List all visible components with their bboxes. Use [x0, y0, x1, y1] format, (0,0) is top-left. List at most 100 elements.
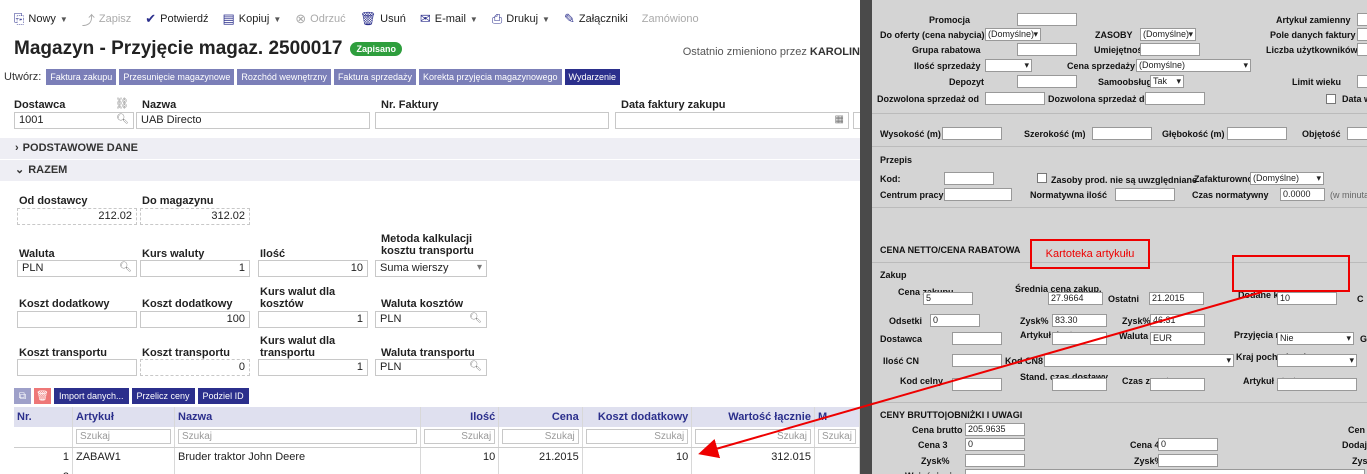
allowed-from-field[interactable]	[985, 92, 1045, 105]
purchase-price-field[interactable]: 5	[923, 292, 973, 305]
toolbar-załączniki-button[interactable]: ✎ Załączniki	[564, 11, 628, 27]
table-cell[interactable]	[582, 467, 693, 474]
users-count-field[interactable]	[1357, 43, 1367, 56]
replacement-item-field[interactable]	[1357, 13, 1367, 26]
age-limit-field[interactable]	[1357, 75, 1367, 88]
create-2-button[interactable]: Przesunięcie magazynowe	[119, 69, 235, 85]
column-search-input[interactable]: Szukaj	[178, 429, 417, 445]
table-cell[interactable]: 21.2015	[498, 447, 583, 467]
purchase-currency-field[interactable]: EUR	[1150, 332, 1205, 345]
height-field[interactable]	[942, 127, 1002, 140]
currency-field[interactable]: PLN 🔍︎	[17, 260, 137, 277]
table-cell[interactable]	[420, 467, 500, 474]
cn8-code-select[interactable]	[1044, 354, 1234, 367]
additional-cost-field-2[interactable]: 100	[140, 311, 250, 328]
allowed-to-field[interactable]	[1145, 92, 1205, 105]
table-cell[interactable]: 1	[14, 447, 73, 467]
table-cell[interactable]: 10	[582, 447, 693, 467]
cost-rate-field[interactable]: 1	[258, 311, 368, 328]
self-service-select[interactable]: Tak	[1150, 75, 1184, 88]
avg-price-field[interactable]: 27.9664	[1048, 292, 1103, 305]
column-search-input[interactable]: Szukaj	[817, 429, 856, 445]
explanation-field[interactable]	[965, 469, 1365, 474]
work-center-field[interactable]	[944, 188, 1012, 201]
search-icon[interactable]: 🔍︎	[116, 114, 129, 125]
column-header[interactable]: Artykuł	[72, 407, 175, 427]
code-field[interactable]	[944, 172, 994, 185]
copy-rows-icon[interactable]: ⧉	[14, 388, 31, 404]
origin-country-select[interactable]	[1277, 354, 1357, 367]
toolbar-drukuj-button[interactable]: ⎙ Drukuj ▼	[492, 11, 550, 27]
depth-field[interactable]	[1227, 127, 1287, 140]
last-price-field[interactable]: 21.2015	[1149, 292, 1204, 305]
table-cell[interactable]	[498, 467, 583, 474]
section-basic[interactable]: › PODSTAWOWE DANE	[0, 138, 860, 159]
resources-select[interactable]: (Domyślne)	[1140, 28, 1196, 41]
column-header[interactable]: M	[814, 407, 860, 427]
column-header[interactable]: Cena	[498, 407, 583, 427]
supplier-item-field[interactable]	[1052, 332, 1107, 345]
column-header[interactable]: Nazwa	[174, 407, 421, 427]
search-icon[interactable]: 🔍︎	[469, 313, 482, 324]
margin1-field[interactable]: 83.30	[1052, 314, 1107, 327]
exchange-rate-field[interactable]: 1	[140, 260, 250, 277]
discount-group-field[interactable]	[1017, 43, 1077, 56]
invoiced-select[interactable]: (Domyślne)	[1250, 172, 1324, 185]
supplier-field[interactable]	[952, 332, 1002, 345]
invoice-number-field[interactable]	[375, 112, 609, 129]
added-costs-field[interactable]: 10	[1277, 292, 1337, 305]
margin4-field[interactable]	[1158, 454, 1218, 467]
table-cell[interactable]	[814, 447, 860, 467]
table-cell[interactable]: ZABAW1	[72, 447, 175, 467]
search-icon[interactable]: 🔍︎	[469, 361, 482, 372]
goods-receipts-select[interactable]: Nie	[1277, 332, 1354, 345]
create-5-button[interactable]: Korekta przyjęcia magazynowego	[418, 69, 562, 85]
toolbar-nowy-button[interactable]: ⎘ Nowy ▼	[14, 11, 68, 27]
transport-method-select[interactable]: Suma wierszy ▾	[375, 260, 487, 277]
price3-field[interactable]: 0	[965, 438, 1025, 451]
deposit-field[interactable]	[1017, 75, 1077, 88]
section-total[interactable]: ⌄ RAZEM	[0, 160, 860, 181]
create-6-button[interactable]: Wydarzenie	[564, 69, 620, 85]
column-header[interactable]: Nr.	[14, 407, 73, 427]
margin2-field[interactable]: 46.31	[1150, 314, 1205, 327]
customs-code-field[interactable]	[952, 378, 1002, 391]
gross-price-field[interactable]: 205.9635	[965, 423, 1025, 436]
column-search-input[interactable]: Szukaj	[502, 429, 579, 445]
offer-select[interactable]: (Domyślne)	[985, 28, 1041, 41]
margin3-field[interactable]	[965, 454, 1025, 467]
date-checkbox[interactable]	[1326, 94, 1336, 104]
transport-currency-field[interactable]: PLN 🔍︎	[375, 359, 487, 376]
create-1-button[interactable]: Faktura zakupu	[46, 69, 117, 85]
table-cell[interactable]	[72, 467, 175, 474]
link-icon[interactable]: ⛓	[115, 97, 129, 110]
exclude-resources-checkbox[interactable]	[1037, 173, 1047, 183]
interest-field[interactable]: 0	[930, 314, 980, 327]
table-cell[interactable]: 10	[420, 447, 500, 467]
toolbar-usuń-button[interactable]: 🗑︎ Usuń	[360, 11, 406, 27]
supplier-code-field[interactable]: 1001 🔍︎	[14, 112, 134, 129]
toolbar-e-mail-button[interactable]: ✉ E-mail ▼	[420, 11, 478, 27]
invoice-data-field[interactable]	[1357, 28, 1367, 41]
table-cell[interactable]: 312.015	[691, 447, 815, 467]
table-cell[interactable]	[174, 467, 421, 474]
skill-field[interactable]	[1140, 43, 1200, 56]
column-search-input[interactable]: Szukaj	[695, 429, 811, 445]
caret-down-icon[interactable]: ▼	[273, 15, 281, 24]
overflow-field[interactable]	[853, 112, 860, 129]
grid-button-1[interactable]: Import danych...	[54, 388, 129, 404]
column-header[interactable]: Koszt dodatkowy	[582, 407, 693, 427]
loss-item-field[interactable]	[1277, 378, 1357, 391]
create-3-button[interactable]: Rozchód wewnętrzny	[237, 69, 331, 85]
column-header[interactable]: Ilość	[420, 407, 500, 427]
table-cell[interactable]: Bruder traktor John Deere	[174, 447, 421, 467]
caret-down-icon[interactable]: ▼	[470, 15, 478, 24]
delete-rows-icon[interactable]: 🗑︎	[34, 388, 51, 404]
create-4-button[interactable]: Faktura sprzedaży	[333, 69, 416, 85]
table-cell[interactable]	[814, 467, 860, 474]
return-time-field[interactable]	[1150, 378, 1205, 391]
caret-down-icon[interactable]: ▼	[542, 15, 550, 24]
caret-down-icon[interactable]: ▼	[60, 15, 68, 24]
table-row[interactable]: 1 ZABAW1 Bruder traktor John Deere 10 21.201…	[14, 447, 860, 467]
normative-time-field[interactable]: 0.0000	[1280, 188, 1325, 201]
